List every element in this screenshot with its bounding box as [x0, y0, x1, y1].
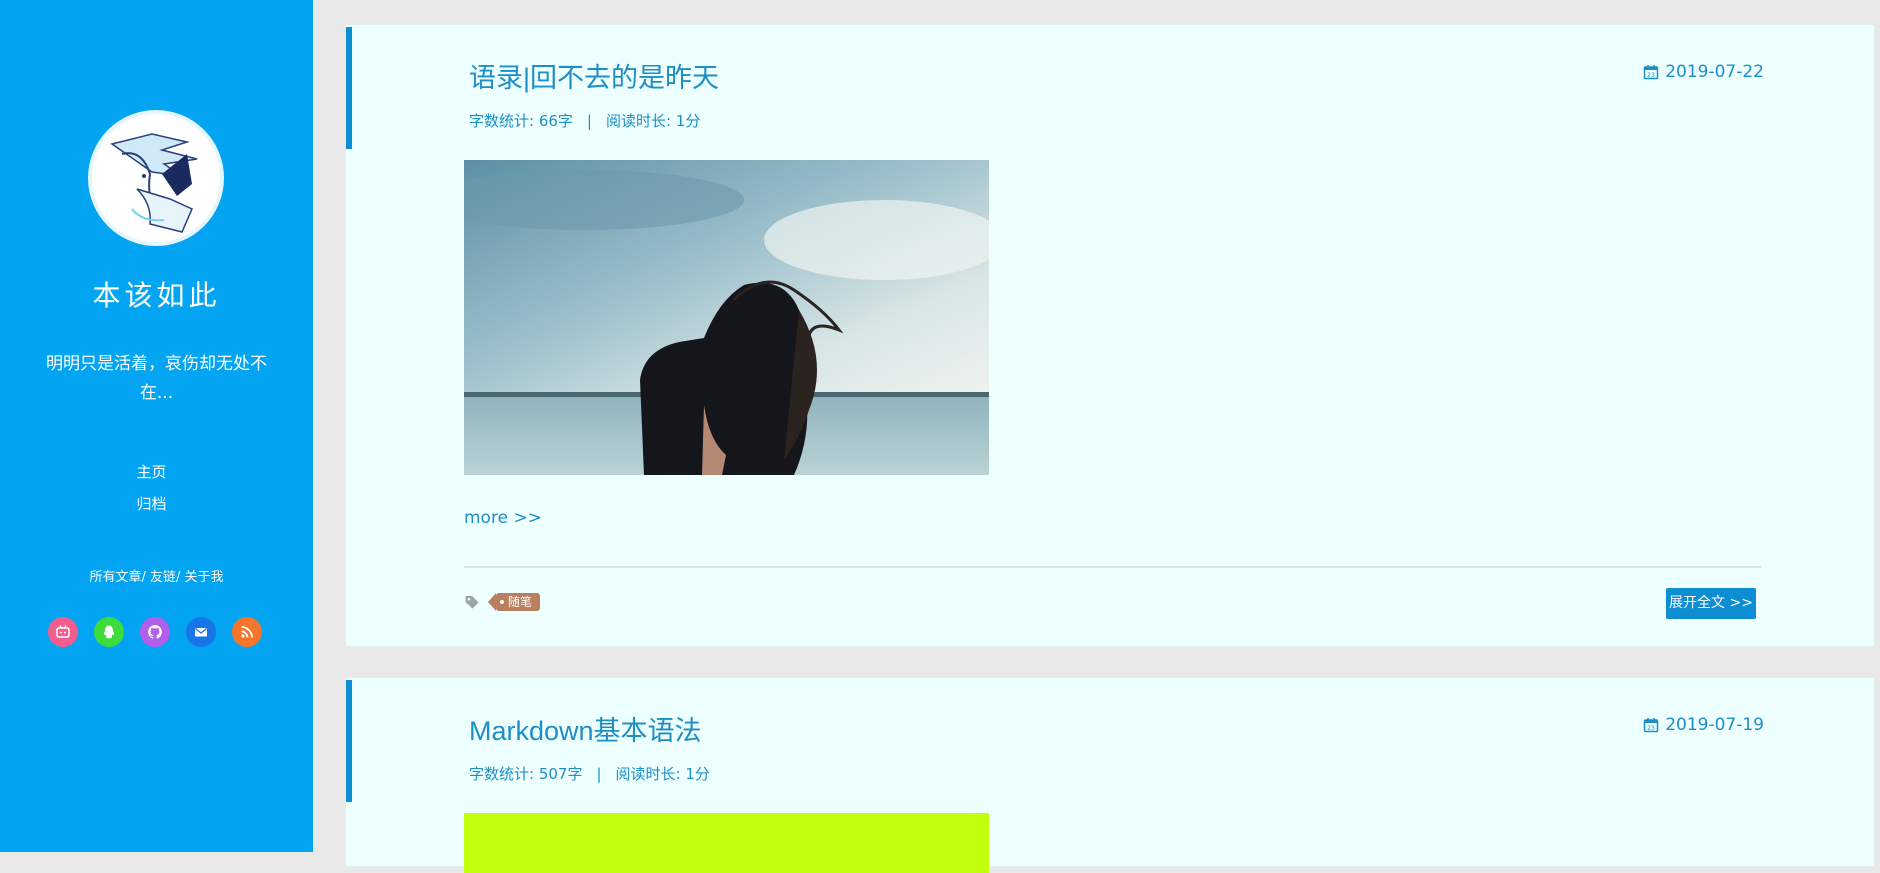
avatar-illustration [92, 114, 220, 242]
meta-separator: | [596, 765, 602, 783]
post-date: 23 2019-07-22 [1643, 62, 1764, 82]
word-count: 字数统计: 507字 [469, 765, 583, 783]
meta-separator: | [586, 112, 592, 130]
thumbnail-image [464, 160, 989, 475]
post-title[interactable]: 语录|回不去的是昨天 [469, 56, 719, 95]
read-time: 阅读时长: 1分 [615, 765, 710, 783]
nav-archive[interactable]: 归档 [0, 488, 313, 520]
post-list: 语录|回不去的是昨天 23 2019-07-22 字数统计: 66字 | 阅读时长:… [345, 0, 1875, 873]
svg-text:23: 23 [1647, 725, 1655, 732]
link-about[interactable]: 关于我 [185, 570, 224, 585]
site-title: 本该如此 [92, 279, 221, 312]
post-card: 语录|回不去的是昨天 23 2019-07-22 字数统计: 66字 | 阅读时长:… [345, 24, 1875, 647]
post-meta: 字数统计: 507字 | 阅读时长: 1分 [469, 763, 710, 784]
tag-suibi[interactable]: 随笔 [487, 593, 541, 611]
word-count: 字数统计: 66字 [469, 112, 573, 130]
tag-icon [465, 596, 479, 609]
post-card: Markdown基本语法 23 2019-07-19 字数统计: 507字 | 阅读… [345, 677, 1875, 873]
github-icon[interactable] [140, 617, 170, 647]
read-time: 阅读时长: 1分 [605, 112, 701, 130]
post-thumbnail[interactable] [464, 160, 989, 475]
calendar-icon: 23 [1643, 718, 1659, 733]
calendar-icon: 23 [1643, 65, 1659, 80]
post-date: 23 2019-07-19 [1643, 715, 1764, 735]
post-title[interactable]: Markdown基本语法 [469, 709, 702, 748]
post-accent-bar [346, 680, 352, 802]
mail-icon[interactable] [186, 617, 216, 647]
post-divider [464, 566, 1761, 568]
post-thumbnail[interactable] [464, 813, 989, 873]
social-links [48, 617, 262, 647]
sidebar: 本该如此 明明只是活着，哀伤却无处不在... 主页 归档 所有文章/ 友链/ 关… [0, 0, 313, 852]
svg-text:23: 23 [1647, 72, 1655, 79]
post-date-text: 2019-07-22 [1665, 62, 1764, 82]
expand-full-button[interactable]: 展开全文 >> [1666, 588, 1756, 619]
bilibili-icon[interactable] [48, 617, 78, 647]
post-accent-bar [346, 27, 352, 149]
link-all-posts[interactable]: 所有文章/ [89, 570, 145, 585]
qq-icon[interactable] [94, 617, 124, 647]
post-tags: 随笔 [464, 593, 541, 611]
link-friends[interactable]: 友链/ [150, 570, 180, 585]
sidebar-links: 所有文章/ 友链/ 关于我 [0, 566, 313, 585]
sidebar-nav: 主页 归档 [0, 456, 313, 520]
post-meta: 字数统计: 66字 | 阅读时长: 1分 [469, 110, 700, 131]
post-date-text: 2019-07-19 [1665, 715, 1764, 735]
nav-home[interactable]: 主页 [0, 456, 313, 488]
avatar[interactable] [88, 110, 224, 246]
rss-icon[interactable] [232, 617, 262, 647]
more-link[interactable]: more >> [464, 508, 542, 528]
site-description: 明明只是活着，哀伤却无处不在... [46, 354, 267, 403]
